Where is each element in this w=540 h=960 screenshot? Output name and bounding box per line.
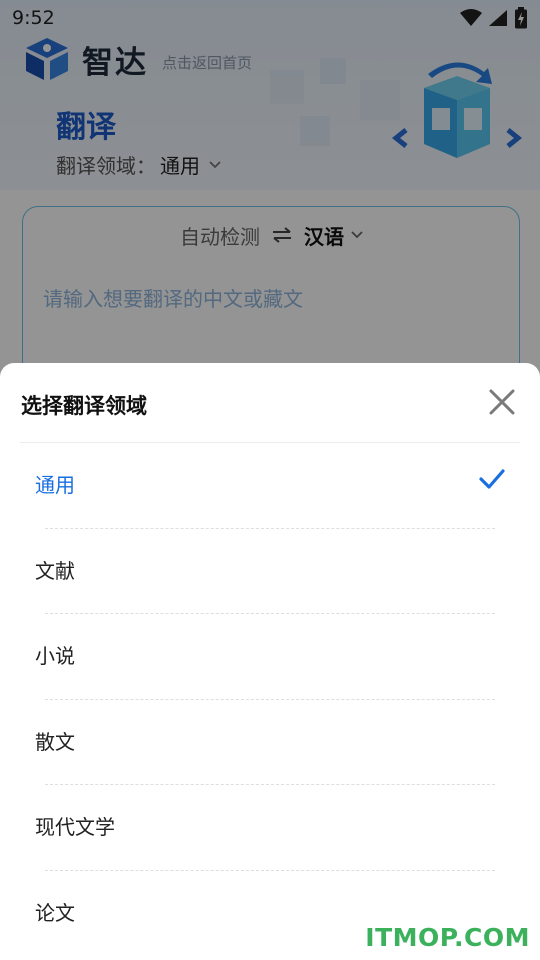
close-icon[interactable]	[488, 388, 516, 416]
domain-option-label: 论文	[35, 900, 75, 925]
domain-option-label: 文献	[35, 558, 75, 583]
domain-option[interactable]: 通用	[0, 443, 540, 529]
domain-picker-sheet: 选择翻译领域 通用 文献 小说 散文 现代文学 论文	[0, 363, 540, 960]
sheet-header: 选择翻译领域	[20, 363, 520, 443]
domain-option-list: 通用 文献 小说 散文 现代文学 论文	[0, 443, 540, 956]
domain-option[interactable]: 现代文学	[0, 785, 540, 871]
domain-option-label: 散文	[35, 729, 75, 754]
domain-option-label: 小说	[35, 644, 75, 668]
watermark-text: ITMOP.COM	[365, 923, 530, 952]
domain-option[interactable]: 文献	[0, 529, 540, 614]
app-root: 9:52 智达 点击返回首页 翻译 翻译领域： 通用 自动检测 汉语 请输入想要…	[0, 0, 540, 960]
check-icon	[479, 469, 505, 489]
domain-option-label: 通用	[35, 473, 75, 497]
sheet-title: 选择翻译领域	[21, 394, 147, 418]
domain-option[interactable]: 散文	[0, 700, 540, 785]
domain-option-label: 现代文学	[35, 815, 115, 839]
domain-option[interactable]: 小说	[0, 614, 540, 700]
